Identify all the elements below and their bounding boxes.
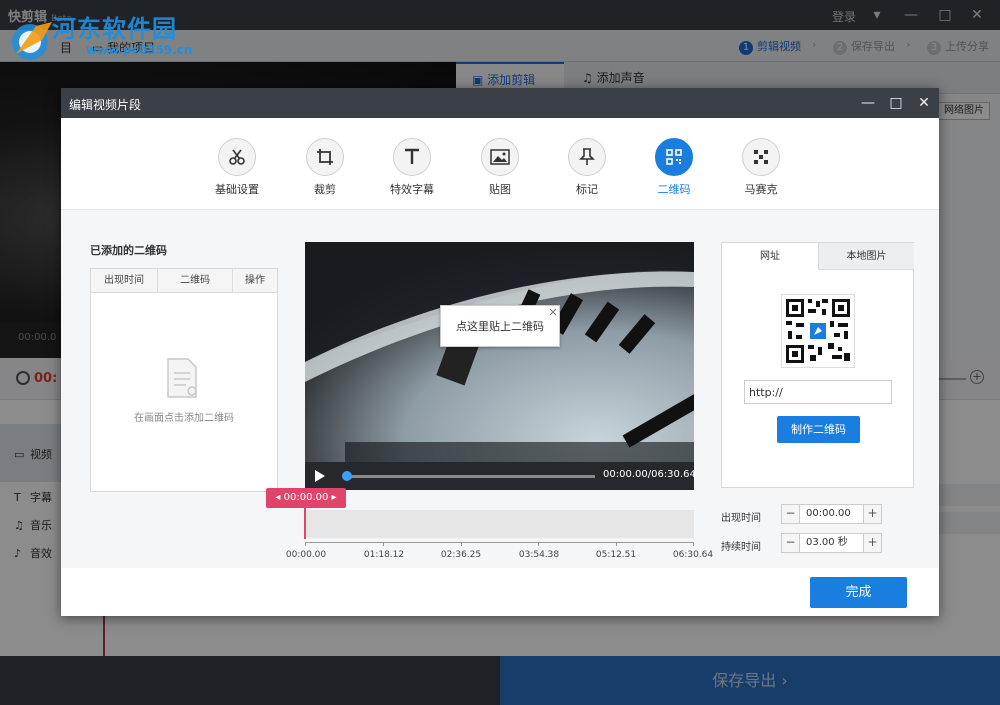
crop-icon (317, 149, 333, 165)
appear-time-stepper[interactable]: − 00:00.00 + (781, 504, 882, 524)
duration-value[interactable]: 03.00 秒 (806, 534, 848, 552)
image-icon (490, 149, 510, 165)
qrcode-image-icon (786, 299, 850, 363)
timeline-tick-label: 02:36.25 (440, 550, 482, 560)
timeline-tick-label: 01:18.12 (363, 550, 405, 560)
increment-button[interactable]: + (863, 534, 881, 552)
appear-time-label: 出现时间 (721, 513, 761, 524)
edit-clip-dialog: 编辑视频片段 — □ ✕ 基础设置 裁剪 特效字幕 贴图 标记 二维码 马赛克 … (61, 88, 939, 616)
marker-right-icon[interactable]: ▸ (328, 492, 337, 503)
text-icon (405, 148, 419, 164)
tool-bar: 基础设置 裁剪 特效字幕 贴图 标记 二维码 马赛克 (61, 118, 939, 210)
tool-mark[interactable]: 标记 (552, 138, 622, 197)
timeline-bar[interactable] (305, 510, 694, 538)
time-marker-line[interactable] (304, 507, 306, 539)
qrcode-icon (666, 149, 682, 165)
dialog-titlebar (61, 88, 939, 118)
timeline-tick-label: 05:12.51 (595, 550, 637, 560)
tool-qrcode[interactable]: 二维码 (639, 138, 709, 197)
col-qrcode: 二维码 (158, 269, 233, 293)
empty-hint: 在画面点击添加二维码 (134, 413, 234, 424)
empty-document-icon (167, 358, 197, 398)
watermark-url: www.pc0359.cn (86, 43, 193, 57)
seek-handle[interactable] (342, 471, 352, 481)
play-icon[interactable] (315, 470, 325, 482)
mosaic-icon (754, 150, 768, 164)
timeline-tick (305, 542, 306, 546)
tool-mosaic[interactable]: 马赛克 (726, 138, 796, 197)
qrcode-table: 出现时间 二维码 操作 在画面点击添加二维码 (90, 268, 278, 492)
dialog-close-icon[interactable]: ✕ (913, 93, 935, 113)
watermark-text: 河东软件园 (52, 14, 177, 43)
timeline-tick-label: 06:30.64 (672, 550, 714, 560)
marker-left-icon[interactable]: ◂ (275, 492, 283, 503)
tab-url[interactable]: 网址 (722, 243, 818, 270)
increment-button[interactable]: + (863, 505, 881, 523)
tool-crop[interactable]: 裁剪 (290, 138, 360, 197)
qrcode-placeholder[interactable]: 点这里贴上二维码 (440, 305, 560, 347)
placeholder-close-icon[interactable]: ✕ (547, 307, 559, 319)
dialog-footer (61, 568, 939, 616)
col-actions: 操作 (245, 275, 265, 286)
url-input[interactable] (744, 380, 892, 404)
duration-stepper[interactable]: − 03.00 秒 + (781, 533, 882, 553)
timeline-tick-label: 03:54.38 (518, 550, 560, 560)
timeline-tick (461, 542, 462, 546)
dialog-maximize-icon[interactable]: □ (885, 93, 907, 113)
tool-special-subtitle[interactable]: 特效字幕 (377, 138, 447, 197)
dialog-minimize-icon[interactable]: — (857, 93, 879, 113)
video-time: 00:00.00/06:30.64 (603, 469, 696, 480)
tab-local-image[interactable]: 本地图片 (818, 243, 914, 270)
decrement-button[interactable]: − (782, 505, 800, 523)
tool-basic-settings[interactable]: 基础设置 (202, 138, 272, 197)
tool-sticker[interactable]: 贴图 (465, 138, 535, 197)
col-appear-time: 出现时间 (91, 269, 158, 293)
table-header: 出现时间 二维码 操作 (91, 269, 277, 293)
video-controls: 00:00.00/06:30.64 (305, 462, 696, 490)
timeline-tick (538, 542, 539, 546)
timeline-axis (305, 542, 694, 543)
video-still (305, 242, 694, 462)
make-qrcode-button[interactable]: 制作二维码 (777, 416, 860, 443)
seek-bar[interactable] (345, 475, 595, 478)
scissors-icon (229, 149, 245, 165)
dialog-title: 编辑视频片段 (69, 98, 142, 112)
timeline-tick-label: 00:00.00 (285, 550, 327, 560)
time-marker[interactable]: ◂ 00:00.00 ▸ (266, 488, 346, 508)
qrcode-preview (781, 294, 855, 368)
decrement-button[interactable]: − (782, 534, 800, 552)
qrcode-source-panel: 网址 本地图片 制作二维码 (721, 242, 914, 488)
appear-time-value[interactable]: 00:00.00 (806, 505, 851, 523)
finish-button[interactable]: 完成 (810, 577, 907, 608)
timeline-tick (693, 542, 694, 546)
pin-icon (579, 148, 595, 165)
duration-label: 持续时间 (721, 542, 761, 553)
timeline-tick (616, 542, 617, 546)
timeline-tick (383, 542, 384, 546)
added-qrcodes-title: 已添加的二维码 (90, 244, 167, 257)
video-frame[interactable] (305, 242, 694, 462)
